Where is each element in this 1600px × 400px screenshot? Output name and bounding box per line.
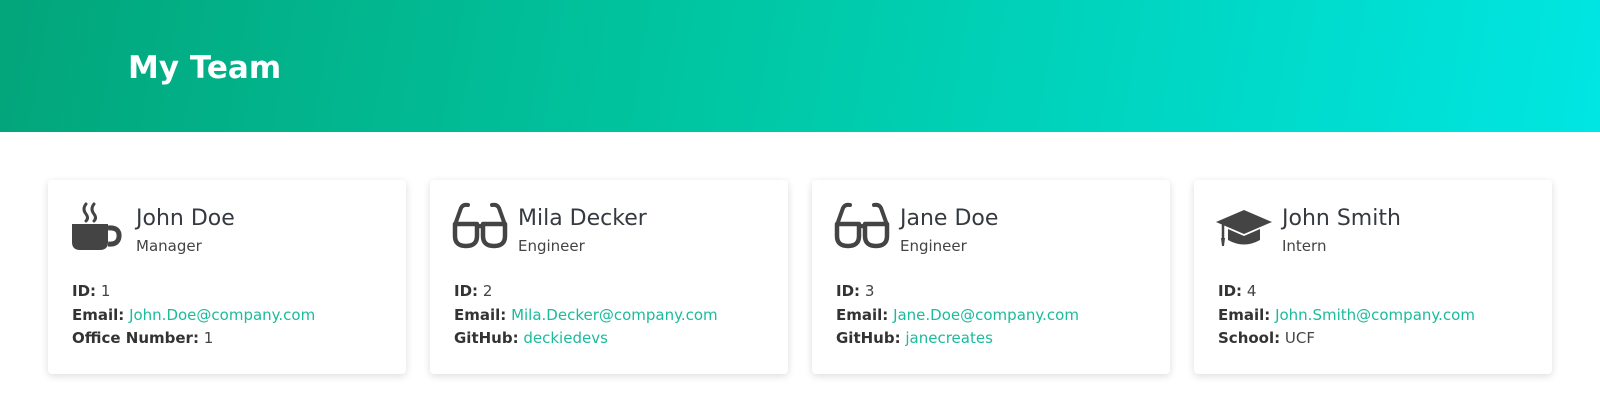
id-value: 2: [482, 282, 493, 300]
email-label: Email:: [72, 305, 125, 324]
id-label: ID:: [836, 282, 861, 300]
id-row: ID: 3: [836, 280, 1079, 304]
email-label: Email:: [1218, 305, 1271, 324]
id-label: ID:: [1218, 282, 1243, 300]
email-link[interactable]: Jane.Doe@company.com: [893, 306, 1079, 324]
email-link[interactable]: John.Smith@company.com: [1275, 306, 1475, 324]
github-row: GitHub: janecreates: [836, 327, 1079, 351]
email-link[interactable]: John.Doe@company.com: [129, 306, 315, 324]
page-title: My Team: [128, 50, 282, 86]
office-number-label: Office Number:: [72, 329, 199, 347]
id-label: ID:: [454, 282, 479, 300]
employee-role: Engineer: [900, 237, 967, 255]
id-label: ID:: [72, 282, 97, 300]
id-row: ID: 4: [1218, 280, 1475, 304]
employee-role: Intern: [1282, 237, 1327, 255]
school-value: UCF: [1284, 329, 1315, 347]
employee-role: Engineer: [518, 237, 585, 255]
github-row: GitHub: deckiedevs: [454, 327, 718, 351]
email-link[interactable]: Mila.Decker@company.com: [511, 306, 718, 324]
coffee-icon: [70, 202, 126, 254]
employee-details: ID: 3 Email: Jane.Doe@company.com GitHub…: [836, 280, 1079, 351]
github-link[interactable]: janecreates: [905, 329, 993, 347]
employee-name: Jane Doe: [900, 206, 999, 231]
id-row: ID: 2: [454, 280, 718, 304]
id-value: 3: [864, 282, 875, 300]
employee-details: ID: 2 Email: Mila.Decker@company.com Git…: [454, 280, 718, 351]
office-number-row: Office Number: 1: [72, 327, 315, 351]
employee-name: Mila Decker: [518, 206, 647, 231]
employee-details: ID: 1 Email: John.Doe@company.com Office…: [72, 280, 315, 351]
email-row: Email: John.Smith@company.com: [1218, 304, 1475, 328]
employee-details: ID: 4 Email: John.Smith@company.com Scho…: [1218, 280, 1475, 351]
email-row: Email: Mila.Decker@company.com: [454, 304, 718, 328]
email-label: Email:: [454, 305, 507, 324]
office-number-value: 1: [203, 329, 214, 347]
school-row: School: UCF: [1218, 327, 1475, 351]
glasses-icon: [834, 202, 890, 254]
github-link[interactable]: deckiedevs: [523, 329, 608, 347]
employee-name: John Smith: [1282, 206, 1401, 231]
employee-card-intern: John Smith Intern ID: 4 Email: John.Smit…: [1194, 180, 1552, 374]
github-label: GitHub:: [454, 329, 519, 347]
employee-card-engineer: Jane Doe Engineer ID: 3 Email: Jane.Doe@…: [812, 180, 1170, 374]
email-label: Email:: [836, 305, 889, 324]
employee-role: Manager: [136, 237, 202, 255]
id-value: 1: [100, 282, 111, 300]
id-value: 4: [1246, 282, 1257, 300]
id-row: ID: 1: [72, 280, 315, 304]
employee-card-manager: John Doe Manager ID: 1 Email: John.Doe@c…: [48, 180, 406, 374]
page-header: My Team: [0, 0, 1600, 132]
glasses-icon: [452, 202, 508, 254]
email-row: Email: John.Doe@company.com: [72, 304, 315, 328]
graduation-cap-icon: [1216, 202, 1272, 254]
school-label: School:: [1218, 329, 1281, 347]
github-label: GitHub:: [836, 329, 901, 347]
employee-name: John Doe: [136, 206, 235, 231]
employee-card-engineer: Mila Decker Engineer ID: 2 Email: Mila.D…: [430, 180, 788, 374]
email-row: Email: Jane.Doe@company.com: [836, 304, 1079, 328]
team-cards: John Doe Manager ID: 1 Email: John.Doe@c…: [48, 180, 1552, 374]
